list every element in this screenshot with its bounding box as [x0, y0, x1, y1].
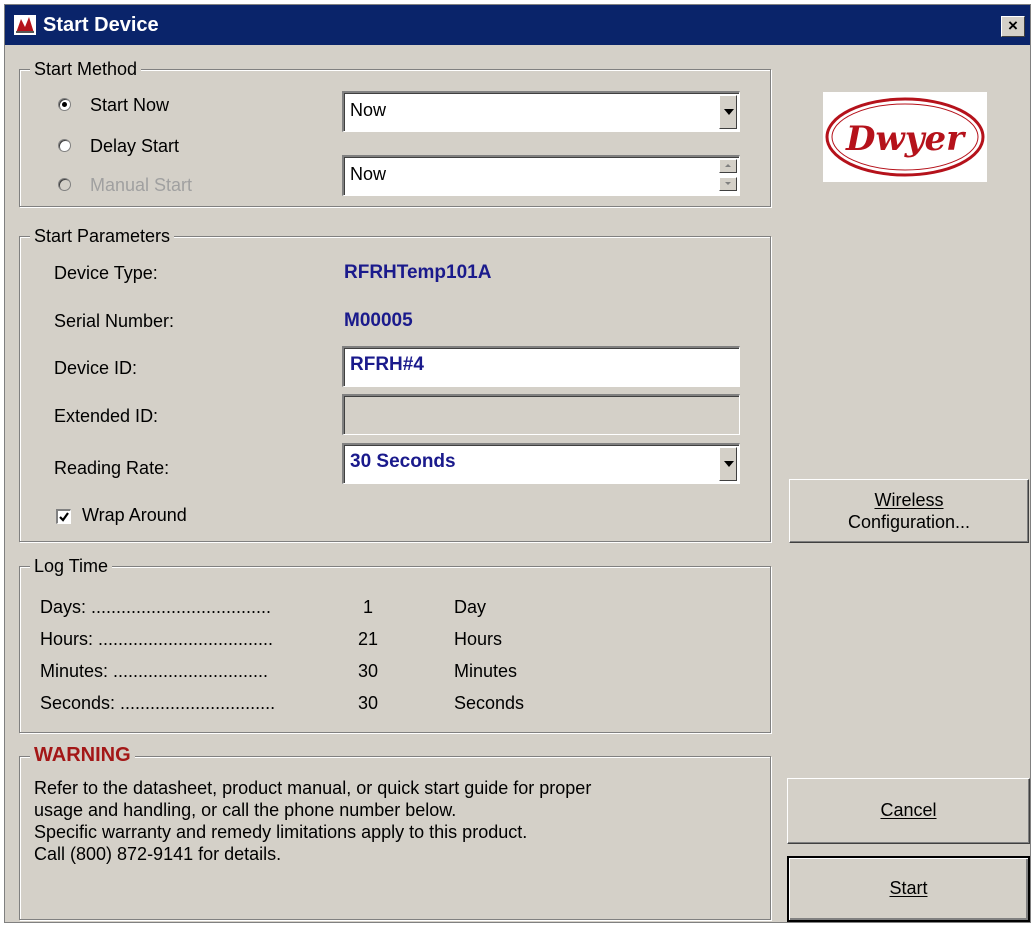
start-method-group: Start Method Start Now Delay Start Manua…	[19, 58, 771, 207]
log-time-legend: Log Time	[30, 555, 113, 577]
minutes-value: 30	[358, 661, 379, 681]
chevron-down-icon	[724, 109, 734, 115]
serial-number-value: M00005	[344, 310, 413, 331]
seconds-value: 30	[358, 693, 379, 713]
close-icon: ×	[1008, 16, 1018, 35]
warning-line-1: Refer to the datasheet, product manual, …	[34, 778, 592, 798]
extended-id-label: Extended ID:	[54, 406, 159, 426]
log-time-group: Log Time Days: .........................…	[19, 555, 771, 733]
days-unit: Day	[454, 597, 487, 617]
delay-start-label[interactable]: Delay Start	[90, 135, 179, 157]
close-button[interactable]: ×	[1001, 16, 1025, 37]
device-type-label: Device Type:	[54, 263, 158, 283]
warning-line-4: Call (800) 872-9141 for details.	[34, 844, 282, 864]
device-type-value: RFRHTemp101A	[344, 262, 492, 283]
wrap-around-checkbox[interactable]	[56, 509, 71, 524]
start-parameters-group: Start Parameters Device Type: RFRHTemp10…	[19, 225, 771, 542]
wireless-configuration-button[interactable]: Wireless Configuration...	[789, 479, 1029, 543]
start-parameters-legend: Start Parameters	[30, 225, 175, 247]
warning-group: WARNING Refer to the datasheet, product …	[19, 744, 771, 920]
delay-start-spinner-value: Now	[350, 164, 387, 184]
warning-line-3: Specific warranty and remedy limitations…	[34, 822, 528, 842]
reading-rate-dropdown-button[interactable]	[719, 447, 737, 481]
reading-rate-value: 30 Seconds	[350, 451, 456, 472]
minutes-unit: Minutes	[454, 661, 518, 681]
manual-start-label: Manual Start	[90, 175, 193, 195]
app-icon	[14, 15, 36, 35]
start-now-radio[interactable]	[58, 98, 71, 111]
spin-down-button[interactable]	[719, 177, 737, 191]
down-arrow-icon	[725, 182, 731, 185]
dwyer-logo-icon: Dwyer	[825, 97, 985, 177]
dwyer-logo: Dwyer	[823, 92, 987, 182]
start-method-legend: Start Method	[30, 58, 142, 80]
window-title: Start Device	[43, 14, 159, 36]
extended-id-input	[342, 394, 740, 435]
cancel-button-label: Cancel	[880, 800, 937, 820]
warning-line-2: usage and handling, or call the phone nu…	[34, 800, 457, 820]
hours-unit: Hours	[454, 629, 503, 649]
wireless-button-line1: Wireless	[874, 490, 944, 510]
device-id-input[interactable]: RFRH#4	[342, 346, 740, 387]
seconds-label: Seconds: ...............................	[40, 693, 276, 713]
start-now-dropdown-value: Now	[350, 100, 387, 120]
start-now-label[interactable]: Start Now	[90, 94, 169, 116]
device-id-value: RFRH#4	[350, 354, 424, 375]
reading-rate-label: Reading Rate:	[54, 458, 170, 478]
start-button[interactable]: Start	[787, 856, 1030, 922]
start-now-dropdown-button[interactable]	[719, 95, 737, 129]
spin-up-button[interactable]	[719, 159, 737, 173]
start-device-dialog: Start Device × Start Method Start Now De…	[4, 4, 1031, 923]
manual-start-radio	[58, 178, 71, 191]
delay-start-radio[interactable]	[58, 139, 71, 152]
serial-number-label: Serial Number:	[54, 311, 175, 331]
delay-start-spinner[interactable]: Now	[342, 155, 740, 196]
title-bar[interactable]: Start Device ×	[5, 5, 1030, 45]
wrap-around-label[interactable]: Wrap Around	[82, 504, 187, 526]
minutes-label: Minutes: ...............................	[40, 661, 269, 681]
checkmark-icon	[59, 512, 69, 522]
svg-text:Dwyer: Dwyer	[845, 119, 966, 159]
warning-legend: WARNING	[30, 744, 135, 766]
chevron-down-icon	[724, 461, 734, 467]
days-label: Days: ..................................…	[40, 597, 272, 617]
warning-text: Refer to the datasheet, product manual, …	[34, 777, 734, 865]
start-button-label: Start	[889, 878, 928, 898]
seconds-unit: Seconds	[454, 693, 525, 713]
days-value: 1	[363, 597, 374, 617]
cancel-button[interactable]: Cancel	[787, 778, 1030, 844]
wireless-button-line2: Configuration...	[847, 512, 971, 532]
reading-rate-dropdown[interactable]: 30 Seconds	[342, 443, 740, 484]
hours-label: Hours: .................................…	[40, 629, 274, 649]
device-id-label: Device ID:	[54, 358, 138, 378]
start-now-dropdown[interactable]: Now	[342, 91, 740, 132]
hours-value: 21	[358, 629, 379, 649]
up-arrow-icon	[725, 164, 731, 167]
